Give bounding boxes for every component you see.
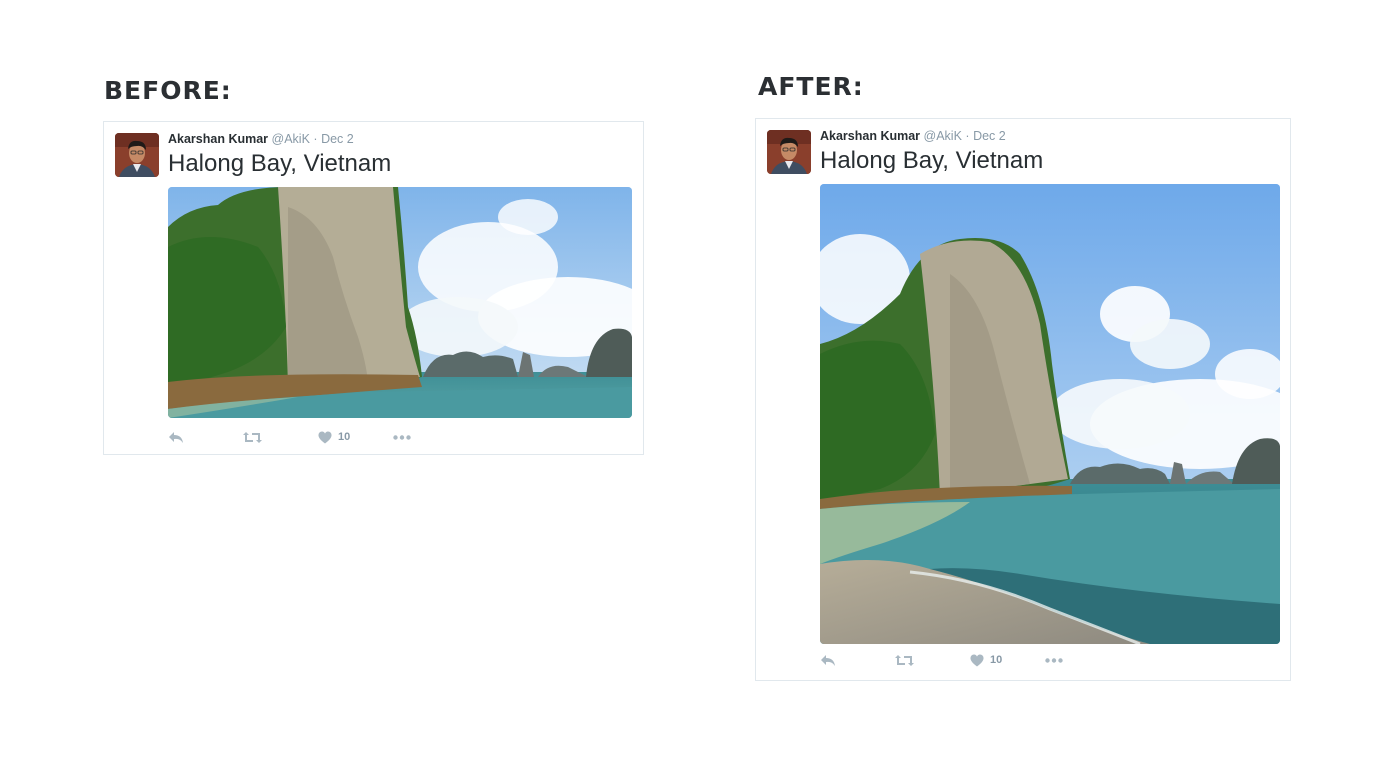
more-icon [1045,657,1063,663]
like-button[interactable]: 10 [970,654,1045,667]
like-count: 10 [990,654,1003,666]
tweet-date[interactable]: Dec 2 [973,129,1006,143]
avatar[interactable] [115,133,159,177]
meta-separator: · [313,132,318,146]
before-heading: BEFORE: [104,76,232,105]
tweet-date[interactable]: Dec 2 [321,132,354,146]
reply-icon [820,654,836,667]
tweet-photo[interactable] [168,187,632,418]
tweet-card-after[interactable]: Akarshan Kumar @AkiK · Dec 2 Halong Bay,… [755,118,1291,681]
reply-icon [168,431,184,444]
retweet-icon [243,431,262,444]
meta-separator: · [965,129,970,143]
tweet-actions: 10 [820,650,1120,670]
like-button[interactable]: 10 [318,431,393,444]
tweet-header: Akarshan Kumar @AkiK · Dec 2 [820,129,1006,144]
author-handle[interactable]: @AkiK [272,132,310,146]
tweet-photo[interactable] [820,184,1280,644]
author-handle[interactable]: @AkiK [924,129,962,143]
author-name[interactable]: Akarshan Kumar [168,132,268,146]
like-count: 10 [338,431,351,443]
after-heading: AFTER: [758,72,864,101]
author-name[interactable]: Akarshan Kumar [820,129,920,143]
tweet-header: Akarshan Kumar @AkiK · Dec 2 [168,132,354,147]
reply-button[interactable] [820,654,895,667]
reply-button[interactable] [168,431,243,444]
avatar[interactable] [767,130,811,174]
retweet-button[interactable] [895,654,970,667]
retweet-icon [895,654,914,667]
more-button[interactable] [1045,657,1120,663]
tweet-actions: 10 [168,427,468,447]
tweet-card-before[interactable]: Akarshan Kumar @AkiK · Dec 2 Halong Bay,… [103,121,644,455]
tweet-text: Halong Bay, Vietnam [168,150,392,177]
more-button[interactable] [393,434,468,440]
tweet-text: Halong Bay, Vietnam [820,147,1044,174]
heart-icon [970,654,984,667]
more-icon [393,434,411,440]
retweet-button[interactable] [243,431,318,444]
heart-icon [318,431,332,444]
